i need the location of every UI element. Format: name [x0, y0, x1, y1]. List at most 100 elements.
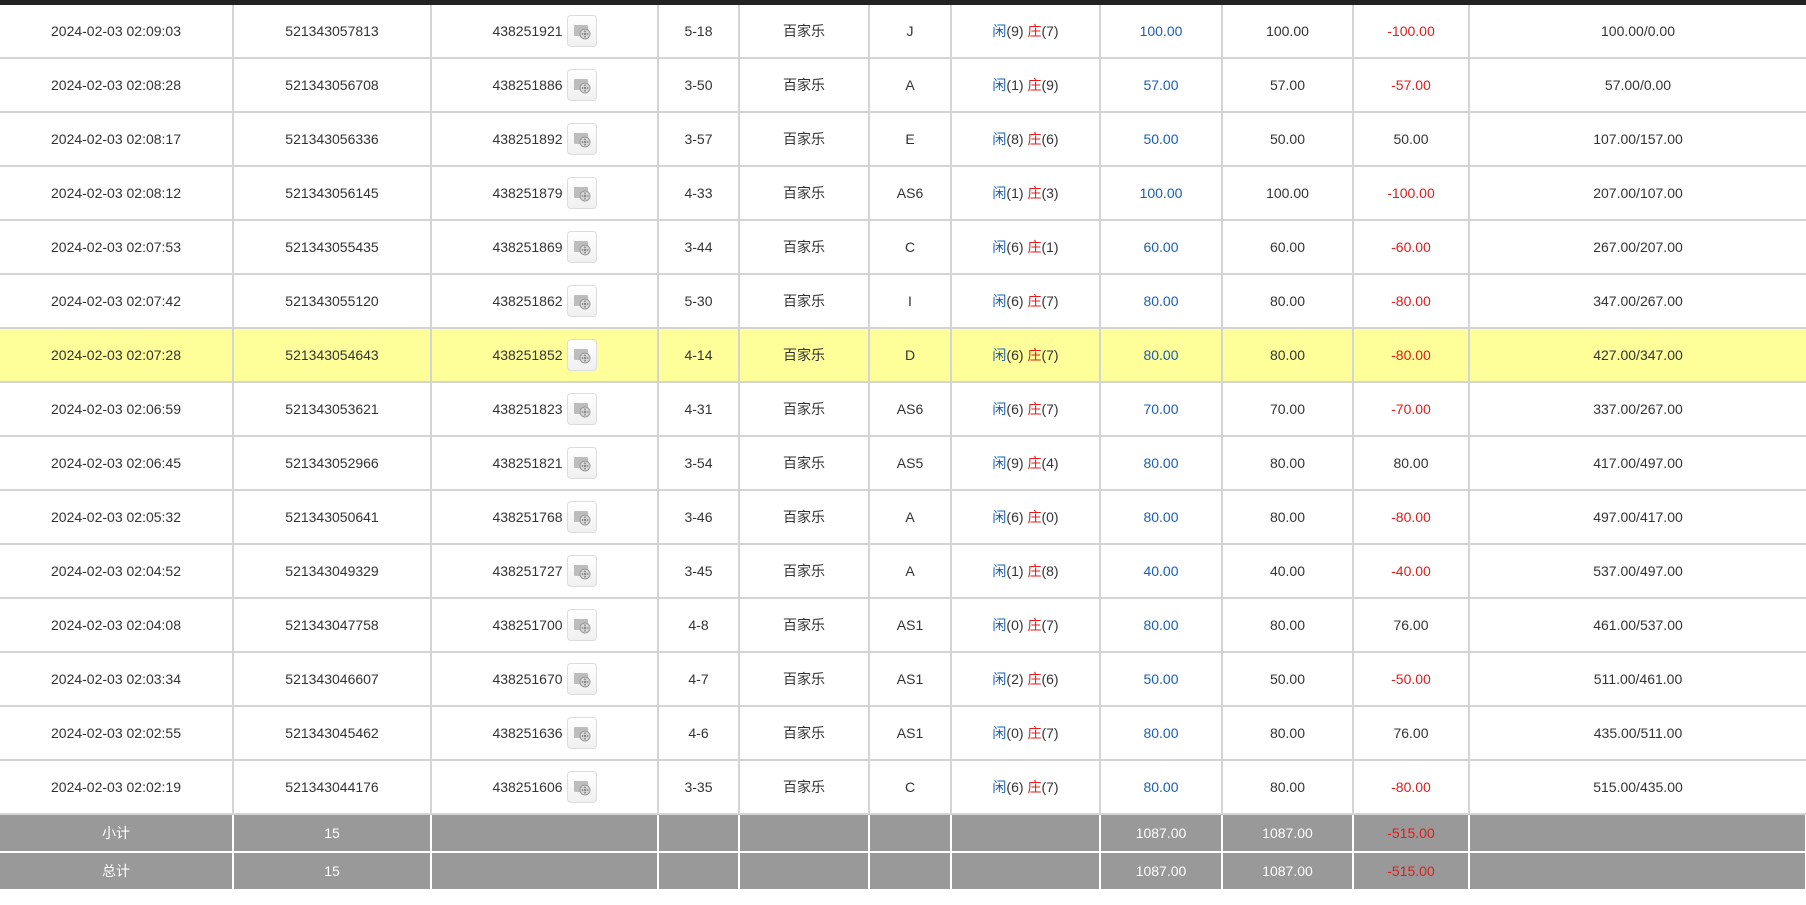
valid-bet: 100.00 [1222, 5, 1354, 59]
banker-label: 庄 [1027, 563, 1042, 579]
table-row: 2024-02-03 02:07:42 521343055120 438251862… [0, 274, 1806, 329]
replay-button[interactable] [566, 501, 597, 533]
shoe-round: 5-18 [658, 5, 740, 59]
player-score: (6) [1006, 293, 1024, 309]
valid-bet: 80.00 [1222, 436, 1354, 491]
bet-amount: 50.00 [1100, 652, 1223, 707]
win-loss: 76.00 [1353, 706, 1470, 761]
banker-score: (7) [1041, 779, 1059, 795]
replay-button[interactable] [566, 609, 597, 641]
banker-label: 庄 [1027, 185, 1042, 201]
empty-cell [739, 814, 870, 853]
player-label: 闲 [992, 617, 1007, 633]
game-number: 438251636 [492, 725, 563, 741]
empty-cell [431, 852, 659, 891]
table-code: A [869, 490, 952, 545]
game-number-cell: 438251823 [431, 382, 659, 437]
game-result: 闲(8) 庄(6) [951, 112, 1101, 167]
banker-score: (7) [1041, 293, 1059, 309]
valid-bet: 80.00 [1222, 598, 1354, 653]
game-type: 百家乐 [739, 598, 870, 653]
bet-amount: 60.00 [1100, 220, 1223, 275]
player-score: (0) [1006, 617, 1024, 633]
bet-amount: 100.00 [1100, 166, 1223, 221]
empty-cell [1469, 814, 1806, 853]
win-loss: 76.00 [1353, 598, 1470, 653]
table-row: 2024-02-03 02:07:28 521343054643 438251852… [0, 328, 1806, 383]
order-number: 521343047758 [233, 598, 432, 653]
order-number: 521343046607 [233, 652, 432, 707]
game-type: 百家乐 [739, 760, 870, 815]
bet-amount: 80.00 [1100, 706, 1223, 761]
game-result: 闲(2) 庄(6) [951, 652, 1101, 707]
player-score: (6) [1006, 239, 1024, 255]
valid-bet: 80.00 [1222, 706, 1354, 761]
replay-button[interactable] [566, 771, 597, 803]
balance-change: 337.00/267.00 [1469, 382, 1806, 437]
player-label: 闲 [992, 779, 1007, 795]
table-code: AS6 [869, 382, 952, 437]
win-loss: -50.00 [1353, 652, 1470, 707]
table-row: 2024-02-03 02:08:28 521343056708 438251886… [0, 58, 1806, 113]
balance-change: 107.00/157.00 [1469, 112, 1806, 167]
player-score: (8) [1006, 131, 1024, 147]
game-number: 438251823 [492, 401, 563, 417]
order-number: 521343057813 [233, 5, 432, 59]
replay-button[interactable] [566, 339, 597, 371]
replay-button[interactable] [566, 69, 597, 101]
balance-change: 435.00/511.00 [1469, 706, 1806, 761]
order-number: 521343053621 [233, 382, 432, 437]
replay-button[interactable] [566, 555, 597, 587]
replay-button[interactable] [566, 447, 597, 479]
banker-label: 庄 [1027, 617, 1042, 633]
bet-time: 2024-02-03 02:07:53 [0, 220, 234, 275]
table-code: E [869, 112, 952, 167]
replay-button[interactable] [566, 15, 597, 47]
game-number: 438251921 [492, 23, 563, 39]
film-reel-icon [568, 778, 596, 796]
replay-button[interactable] [566, 717, 597, 749]
game-number: 438251869 [492, 239, 563, 255]
game-type: 百家乐 [739, 382, 870, 437]
empty-cell [951, 814, 1101, 853]
valid-bet: 57.00 [1222, 58, 1354, 113]
shoe-round: 4-6 [658, 706, 740, 761]
bet-amount: 80.00 [1100, 760, 1223, 815]
bet-amount: 50.00 [1100, 112, 1223, 167]
replay-button[interactable] [566, 177, 597, 209]
player-label: 闲 [992, 293, 1007, 309]
player-score: (1) [1006, 563, 1024, 579]
player-score: (6) [1006, 509, 1024, 525]
order-number: 521343044176 [233, 760, 432, 815]
replay-button[interactable] [566, 663, 597, 695]
game-number: 438251879 [492, 185, 563, 201]
shoe-round: 3-46 [658, 490, 740, 545]
bet-time: 2024-02-03 02:03:34 [0, 652, 234, 707]
replay-button[interactable] [566, 285, 597, 317]
replay-button[interactable] [566, 231, 597, 263]
player-label: 闲 [992, 185, 1007, 201]
game-number-cell: 438251768 [431, 490, 659, 545]
banker-label: 庄 [1027, 239, 1042, 255]
valid-bet: 60.00 [1222, 220, 1354, 275]
bet-time: 2024-02-03 02:07:28 [0, 328, 234, 383]
player-label: 闲 [992, 509, 1007, 525]
banker-label: 庄 [1027, 77, 1042, 93]
valid-bet: 80.00 [1222, 328, 1354, 383]
game-number-cell: 438251727 [431, 544, 659, 599]
bet-amount: 80.00 [1100, 328, 1223, 383]
player-score: (2) [1006, 671, 1024, 687]
shoe-round: 3-44 [658, 220, 740, 275]
bet-amount: 57.00 [1100, 58, 1223, 113]
bet-time: 2024-02-03 02:02:19 [0, 760, 234, 815]
replay-button[interactable] [566, 393, 597, 425]
replay-button[interactable] [566, 123, 597, 155]
banker-score: (0) [1041, 509, 1059, 525]
film-reel-icon [568, 184, 596, 202]
table-code: AS1 [869, 598, 952, 653]
table-code: AS5 [869, 436, 952, 491]
table-code: A [869, 58, 952, 113]
subtotal-label: 小计 [0, 814, 234, 853]
game-result: 闲(9) 庄(4) [951, 436, 1101, 491]
game-type: 百家乐 [739, 328, 870, 383]
